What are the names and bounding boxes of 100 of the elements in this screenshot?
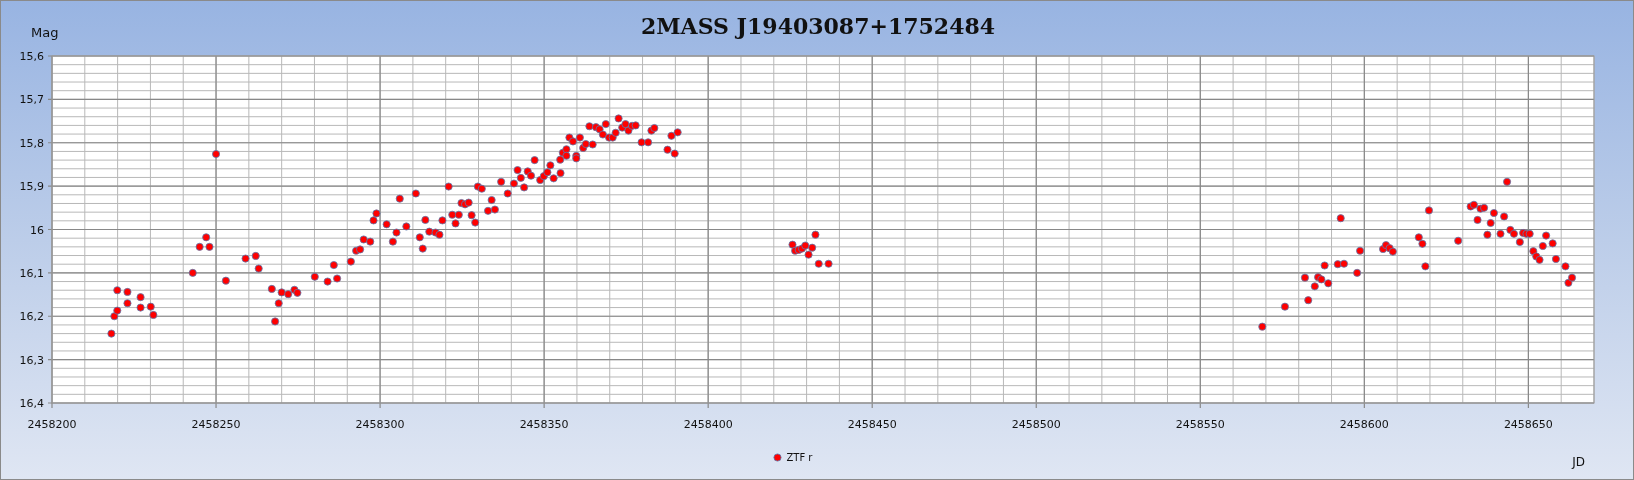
data-point [195,242,204,251]
x-tick-label: 2458400 [683,418,733,431]
data-point [274,299,283,308]
data-point [1324,279,1333,288]
data-point [624,126,633,135]
data-point [388,237,397,246]
data-point [667,131,676,140]
x-tick-label: 2458500 [1011,418,1061,431]
data-point [1320,261,1329,270]
y-tick-label: 15,7 [19,93,44,107]
data-point [369,216,378,225]
data-point [562,151,571,160]
y-tick-label: 16,2 [19,310,44,324]
data-point [788,240,797,249]
data-point [614,114,623,123]
x-tick-label: 2458350 [519,418,569,431]
data-point [1503,177,1512,186]
data-point [382,220,391,229]
data-point [123,287,132,296]
data-point [644,138,653,147]
data-point [824,259,833,268]
data-point [811,230,820,239]
data-point [438,216,447,225]
data-point [310,272,319,281]
x-tick-label: 2458450 [847,418,897,431]
data-point [673,128,682,137]
data-point [415,233,424,242]
data-point [1525,229,1534,238]
data-point [804,250,813,259]
data-point [451,219,460,228]
x-tick-label: 2458600 [1339,418,1389,431]
legend-marker-icon [773,453,783,462]
data-point [271,317,280,326]
data-point [471,218,480,227]
data-point [1561,262,1570,271]
data-point [1500,212,1509,221]
x-tick-label: 2458250 [191,418,241,431]
data-point [1496,229,1505,238]
y-tick-label: 16,4 [19,397,44,410]
data-point [1317,275,1326,284]
data-point [670,149,679,158]
data-point [212,150,221,159]
y-tick-label: 16 [30,223,44,237]
data-point [572,154,581,163]
data-point [1483,230,1492,239]
data-point [1424,206,1433,215]
data-point [585,122,594,131]
data-point [454,210,463,219]
data-point [464,198,473,207]
y-tick-label: 16,1 [19,266,44,280]
data-point [516,173,525,182]
data-point [107,329,116,338]
data-point [251,251,260,260]
data-point [490,205,499,214]
data-point [814,259,823,268]
y-tick-label: 16,3 [19,353,44,367]
data-point [284,290,293,299]
data-point [509,179,518,188]
x-tick-label: 2458550 [1175,418,1225,431]
data-point [549,174,558,183]
data-point [346,257,355,266]
data-point [575,133,584,142]
data-point [1356,246,1365,255]
data-point [113,286,122,295]
data-point [277,288,286,297]
data-point [444,182,453,191]
data-point [513,166,522,175]
legend-label: ZTF r [786,452,813,463]
data-point [221,276,230,285]
data-point [293,288,302,297]
data-point [1336,214,1345,223]
data-point [1548,239,1557,248]
chart-title: 2MASS J19403087+1752484 [640,13,996,39]
data-point [543,168,552,177]
x-axis-title: JD [1572,454,1585,469]
data-point [202,233,211,242]
data-point [520,183,529,192]
data-point [484,206,493,215]
data-point [113,306,122,315]
data-point [1535,255,1544,264]
data-point [411,189,420,198]
data-point [556,169,565,178]
data-point [637,138,646,147]
data-point [1509,229,1518,238]
data-point [110,312,119,321]
data-point [1310,282,1319,291]
x-tick-label: 2458650 [1503,418,1553,431]
data-point [425,227,434,236]
data-point [402,222,411,231]
data-point [395,194,404,203]
data-point [631,121,640,130]
data-point [333,274,342,283]
data-point [588,140,597,149]
data-point [581,140,590,149]
data-point [530,156,539,165]
data-point [1529,247,1538,256]
y-axis-title: Mag [30,24,60,40]
data-point [205,242,214,251]
data-point [1486,219,1495,227]
data-point [556,155,565,164]
